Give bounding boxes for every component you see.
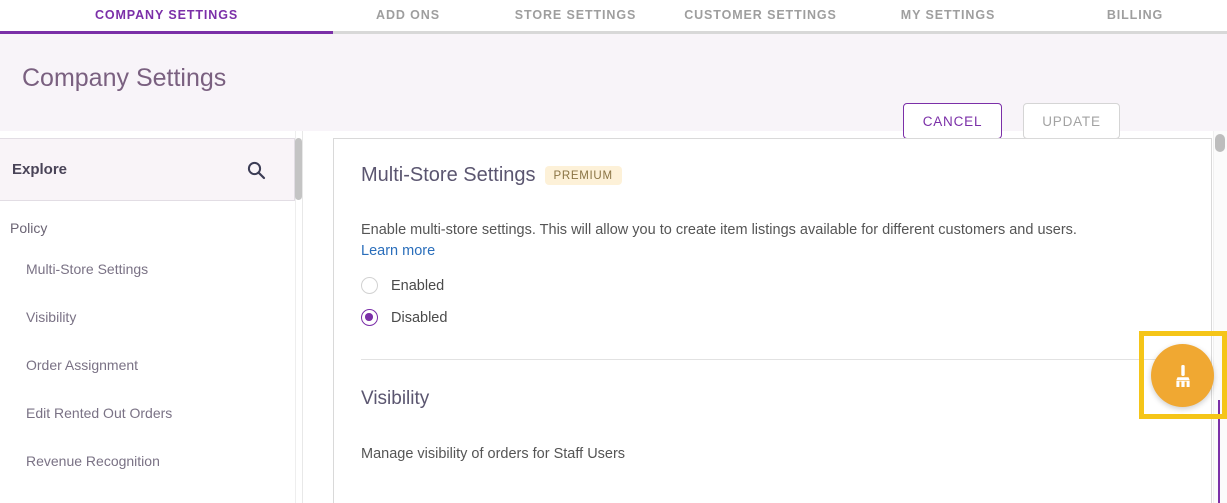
broom-icon — [1171, 363, 1195, 389]
page-title: Company Settings — [22, 64, 227, 92]
premium-badge: PREMIUM — [544, 166, 622, 185]
visibility-title: Visibility — [361, 388, 430, 410]
radio-enabled-label: Enabled — [391, 277, 445, 294]
cancel-button[interactable]: CANCEL — [903, 103, 1002, 139]
update-button[interactable]: UPDATE — [1023, 103, 1120, 139]
company-settings-page: COMPANY SETTINGS ADD ONS STORE SETTINGS … — [0, 0, 1227, 503]
sidebar-group-policy: Policy — [10, 220, 48, 236]
tab-customer-settings[interactable]: CUSTOMER SETTINGS — [668, 0, 853, 31]
sidebar-item-multi-store-settings[interactable]: Multi-Store Settings — [0, 245, 295, 293]
tab-company-settings[interactable]: COMPANY SETTINGS — [0, 0, 333, 31]
learn-more-link[interactable]: Learn more — [361, 241, 435, 262]
multi-store-title: Multi-Store Settings — [361, 164, 536, 186]
multi-store-description: Enable multi-store settings. This will a… — [361, 220, 1184, 262]
explore-header: Explore — [0, 138, 295, 201]
visibility-section: Visibility Manage visibility of orders f… — [334, 388, 1211, 462]
settings-content-card: Multi-Store Settings PREMIUM Enable mult… — [333, 138, 1212, 503]
radio-option-enabled[interactable]: Enabled — [361, 277, 1184, 295]
multi-store-settings-section: Multi-Store Settings PREMIUM Enable mult… — [334, 164, 1211, 327]
sidebar-divider — [302, 131, 303, 503]
sidebar-item-visibility[interactable]: Visibility — [0, 293, 295, 341]
tab-list: COMPANY SETTINGS ADD ONS STORE SETTINGS … — [0, 0, 1227, 31]
tab-billing[interactable]: BILLING — [1043, 0, 1227, 31]
sidebar-nav-list: Policy Multi-Store Settings Visibility O… — [0, 211, 295, 485]
multi-store-description-text: Enable multi-store settings. This will a… — [361, 222, 1077, 238]
sidebar-item-order-assignment[interactable]: Order Assignment — [0, 341, 295, 389]
radio-disabled-input[interactable] — [361, 309, 378, 327]
multi-store-title-row: Multi-Store Settings PREMIUM — [361, 164, 1184, 187]
sidebar-item-edit-rented-out-orders[interactable]: Edit Rented Out Orders — [0, 389, 295, 437]
tab-store-settings[interactable]: STORE SETTINGS — [483, 0, 668, 31]
search-icon[interactable] — [246, 160, 266, 180]
tab-add-ons[interactable]: ADD ONS — [333, 0, 483, 31]
top-tab-bar: COMPANY SETTINGS ADD ONS STORE SETTINGS … — [0, 0, 1227, 34]
sidebar-scrollbar-thumb[interactable] — [295, 138, 302, 200]
radio-enabled-input[interactable] — [361, 277, 378, 295]
radio-option-disabled[interactable]: Disabled — [361, 309, 1184, 327]
section-divider — [361, 359, 1184, 361]
main-scrollbar-track[interactable] — [1213, 131, 1227, 503]
main-scrollbar-thumb[interactable] — [1215, 134, 1225, 152]
explore-label: Explore — [12, 161, 68, 178]
tab-my-settings[interactable]: MY SETTINGS — [853, 0, 1043, 31]
cleanup-fab-button[interactable] — [1151, 344, 1214, 407]
radio-disabled-label: Disabled — [391, 309, 448, 326]
page-header: Company Settings CANCEL UPDATE — [0, 34, 1227, 139]
explore-sidebar: Explore Policy Multi-Store Settings Visi… — [0, 131, 302, 503]
visibility-description: Manage visibility of orders for Staff Us… — [361, 446, 626, 463]
sidebar-item-revenue-recognition[interactable]: Revenue Recognition — [0, 437, 295, 485]
